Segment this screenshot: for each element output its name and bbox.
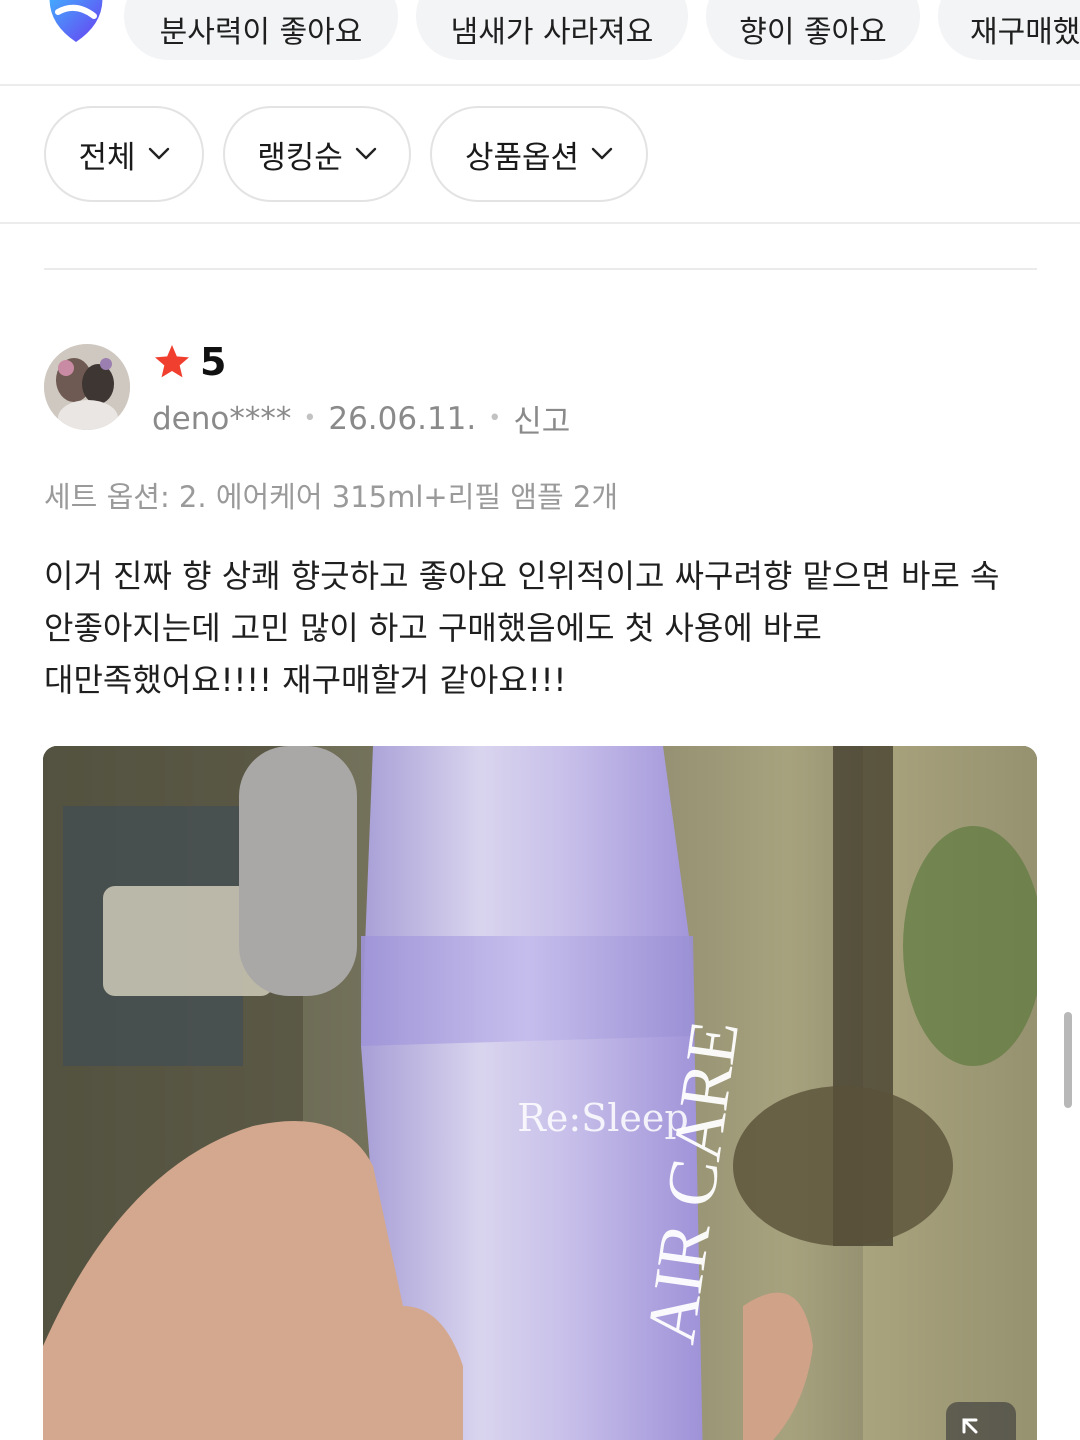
- filter-label: 상품옵션: [464, 139, 580, 176]
- meta-separator: •: [303, 406, 317, 431]
- filter-label: 랭킹순: [257, 139, 343, 176]
- review-text-line: 이거 진짜 향 상쾌 향긋하고 좋아요 인위적이고 싸구려향 맡으면 바로 속: [44, 557, 1000, 595]
- meta-separator: •: [488, 406, 502, 431]
- avatar[interactable]: [44, 344, 130, 430]
- report-link[interactable]: 신고: [513, 396, 570, 441]
- scrollbar[interactable]: [1064, 1012, 1072, 1108]
- chevron-down-icon: [355, 147, 376, 160]
- review-text-line: 안좋아지는데 고민 많이 하고 구매했음에도 첫 사용에 바로: [44, 609, 822, 647]
- filter-row: 전체 랭킹순 상품옵션: [0, 88, 1080, 224]
- review-meta: deno**** • 26.06.11. • 신고: [152, 396, 570, 441]
- expand-icon: [962, 1418, 978, 1434]
- keyword-chip[interactable]: 향이 좋아요: [706, 0, 920, 60]
- star-icon: [155, 345, 189, 378]
- review-body: 이거 진짜 향 상쾌 향긋하고 좋아요 인위적이고 싸구려향 맡으면 바로 속 …: [44, 550, 1044, 706]
- filter-label: 전체: [78, 139, 136, 176]
- chevron-down-icon: [148, 147, 169, 160]
- filter-sort-dropdown[interactable]: 랭킹순: [223, 106, 411, 202]
- filter-all-dropdown[interactable]: 전체: [44, 106, 204, 202]
- review-photo[interactable]: Re:Sleep AIR CARE: [43, 746, 1037, 1440]
- review-photo-image: Re:Sleep AIR CARE: [43, 746, 1037, 1440]
- keyword-chip[interactable]: 분사력이 좋아요: [124, 0, 398, 60]
- section-divider: [44, 268, 1037, 270]
- keyword-chip[interactable]: 냄새가 사라져요: [416, 0, 688, 60]
- review-text-line: 대만족했어요!!!! 재구매할거 같아요!!!: [44, 661, 567, 699]
- app-logo-icon[interactable]: [44, 0, 108, 46]
- chevron-down-icon: [591, 147, 613, 160]
- purchase-option: 세트 옵션: 2. 에어케어 315ml+리필 앰플 2개: [44, 480, 618, 514]
- filter-option-dropdown[interactable]: 상품옵션: [430, 106, 648, 202]
- keyword-chip-bar: 분사력이 좋아요 냄새가 사라져요 향이 좋아요 재구매했: [0, 0, 1080, 86]
- review-date: 26.06.11.: [328, 400, 477, 437]
- rating-value: 5: [200, 340, 227, 384]
- reviewer-name: deno****: [152, 400, 292, 437]
- keyword-chip[interactable]: 재구매했: [938, 0, 1080, 60]
- rating-row: 5: [152, 340, 226, 384]
- avatar-image: [44, 344, 130, 430]
- expand-photo-button[interactable]: [946, 1402, 1016, 1440]
